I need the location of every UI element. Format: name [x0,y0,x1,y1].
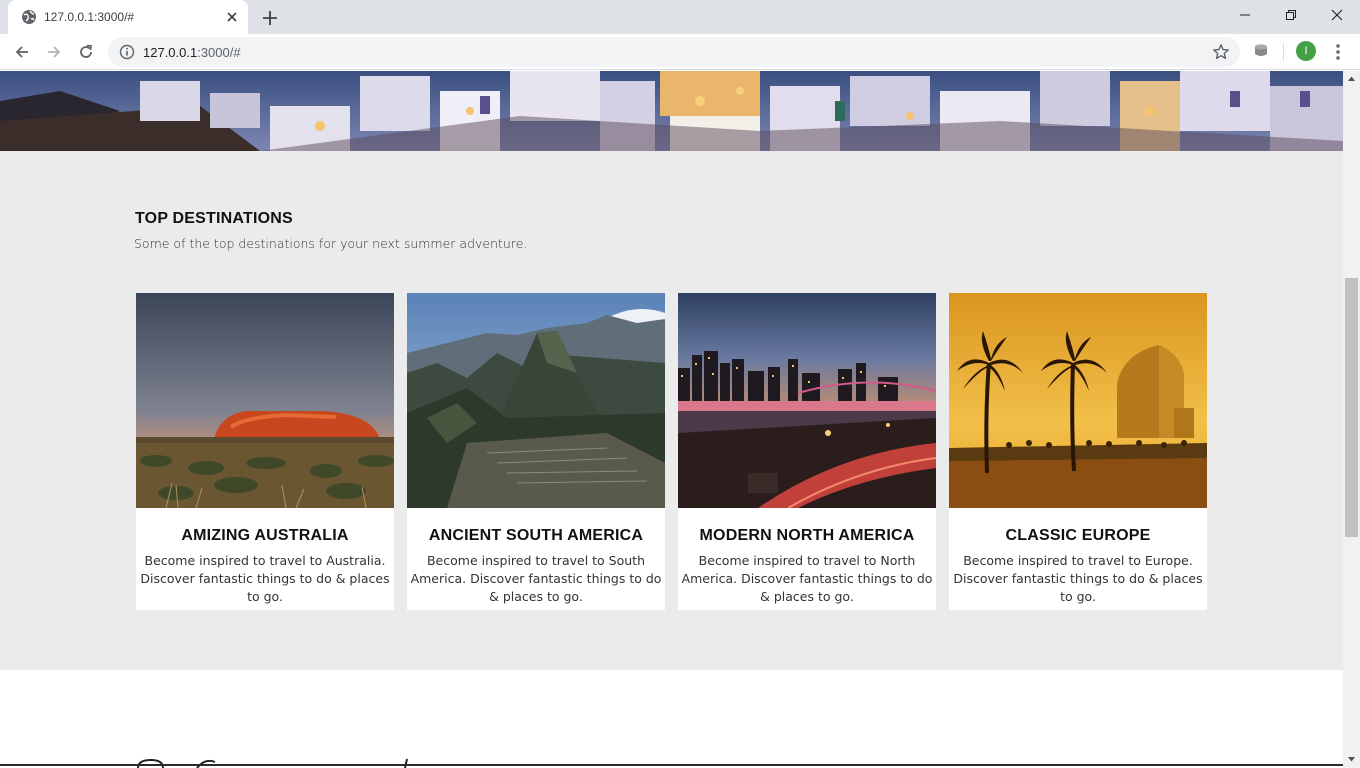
page-viewport: TOP DESTINATIONS Some of the top destina… [0,71,1343,768]
restore-button[interactable] [1268,0,1314,30]
minimize-icon [1240,14,1250,16]
destination-card-south-america[interactable]: ANCIENT SOUTH AMERICA Become inspired to… [407,293,665,610]
bookmark-star-icon[interactable] [1212,43,1230,61]
card-description: Become inspired to travel to North Ameri… [681,553,933,604]
toolbar-separator [1283,43,1284,61]
more-menu-icon[interactable] [1330,42,1346,62]
scroll-down-arrow-icon[interactable] [1347,755,1356,764]
url-text: 127.0.0.1:3000/# [143,45,241,60]
destination-card-europe[interactable]: CLASSIC EUROPE Become inspired to travel… [949,293,1207,610]
new-york-illustration [678,293,936,508]
card-description: Become inspired to travel to Europe. Dis… [953,553,1203,604]
card-description: Become inspired to travel to Australia. … [140,553,390,604]
card-description: Become inspired to travel to South Ameri… [410,553,662,604]
card-title: CLASSIC EUROPE [1005,527,1151,544]
close-icon [1331,9,1343,21]
arrow-left-icon [15,46,28,58]
forward-button[interactable] [42,40,66,64]
section-subtitle: Some of the top destinations for your ne… [134,236,528,251]
page-scrollbar[interactable] [1343,71,1360,768]
url-host: 127.0.0.1 [143,45,198,60]
hero-santorini-illustration [0,71,1343,151]
browser-tab-strip: 127.0.0.1:3000/# [0,0,1360,34]
scroll-up-arrow-icon[interactable] [1347,74,1356,83]
machu-picchu-illustration [407,293,665,508]
north-america-image [678,293,936,508]
card-title: AMIZING AUSTRALIA [181,527,349,544]
destination-card-north-america[interactable]: MODERN NORTH AMERICA Become inspired to … [678,293,936,610]
section-heading: TOP DESTINATIONS [135,210,293,227]
card-title: ANCIENT SOUTH AMERICA [428,527,644,544]
uluru-illustration [136,293,394,508]
barcelona-illustration [949,293,1207,508]
profile-avatar[interactable]: I [1296,41,1316,61]
minimize-button[interactable] [1222,0,1268,30]
reload-icon [80,44,93,58]
restore-icon [1286,10,1296,20]
card-title: MODERN NORTH AMERICA [699,527,915,544]
browser-toolbar: 127.0.0.1:3000/# I [0,34,1360,70]
europe-image [949,293,1207,508]
australia-image [136,293,394,508]
arrow-right-icon [48,46,61,58]
destination-card-australia[interactable]: AMIZING AUSTRALIA Become inspired to tra… [136,293,394,610]
close-window-button[interactable] [1314,0,1360,30]
info-icon[interactable] [119,44,135,60]
browser-tab[interactable]: 127.0.0.1:3000/# [8,0,248,34]
south-america-image [407,293,665,508]
new-tab-icon[interactable] [260,8,280,28]
address-bar[interactable]: 127.0.0.1:3000/# [108,37,1240,67]
url-path: :3000/# [197,45,241,60]
tab-title: 127.0.0.1:3000/# [44,10,135,24]
top-destinations-section: TOP DESTINATIONS Some of the top destina… [0,151,1343,670]
reload-button[interactable] [74,40,98,64]
next-section [0,670,1343,768]
back-button[interactable] [10,40,34,64]
section-divider [0,764,1343,766]
next-section-heading-peek [137,758,408,768]
close-tab-icon[interactable] [224,9,240,25]
hero-image [0,71,1343,151]
scrollbar-thumb[interactable] [1345,278,1358,537]
extension-icon[interactable] [1252,42,1270,60]
globe-icon [22,10,36,24]
